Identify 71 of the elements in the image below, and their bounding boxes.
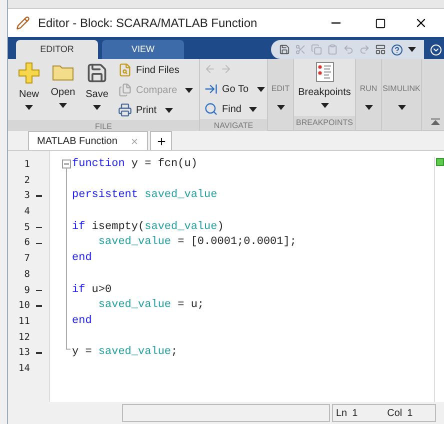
collapse-ribbon-icon[interactable] xyxy=(431,118,440,126)
line-number: 5 xyxy=(8,220,49,236)
help-icon[interactable] xyxy=(391,44,403,56)
code-line: y = saved_value; xyxy=(72,345,178,360)
ribbon-button[interactable]: Go To xyxy=(204,79,264,99)
new-tab-button[interactable] xyxy=(150,131,172,150)
line-number: 10 xyxy=(8,298,49,314)
window-title: Editor - Block: SCARA/MATLAB Function xyxy=(38,15,258,32)
ribbon-button[interactable]: Find Files xyxy=(118,60,194,80)
line-number: 7 xyxy=(23,252,31,266)
caret-icon xyxy=(185,88,194,92)
ribbon-button[interactable]: Print xyxy=(118,100,194,120)
caret-icon xyxy=(408,47,416,52)
line-number: 14 xyxy=(18,362,31,376)
close-icon[interactable] xyxy=(414,16,428,30)
code-line: saved_value = u; xyxy=(97,298,204,314)
line-number: 4 xyxy=(23,205,31,220)
ribbon-tab[interactable]: VIEW xyxy=(102,40,184,59)
line-number: 12 xyxy=(18,330,31,345)
arrow-icon xyxy=(204,82,218,96)
line-value: 1 xyxy=(352,406,359,420)
caret-icon xyxy=(249,106,258,112)
code-line: if u>0 xyxy=(72,282,112,298)
document-tab[interactable]: MATLAB Function xyxy=(28,131,148,150)
ribbon-button[interactable]: Find xyxy=(204,99,264,119)
analyzer-status-indicator xyxy=(436,158,444,166)
section-label: BREAKPOINTS xyxy=(294,116,355,130)
line-number: 8 xyxy=(23,268,31,282)
line-number: 2 xyxy=(23,174,31,188)
clipboard-icon[interactable] xyxy=(327,44,338,55)
breakpoints-list-icon xyxy=(316,62,334,82)
caret-icon xyxy=(59,103,67,108)
column-label: Col xyxy=(387,406,402,420)
printer-icon xyxy=(118,103,132,117)
line-number: 13 xyxy=(8,345,49,361)
line-number: 6 xyxy=(8,235,49,252)
caret-icon xyxy=(364,105,372,110)
close-tab-icon[interactable] xyxy=(130,136,139,146)
caret-icon xyxy=(276,105,284,110)
chevron-down-icon[interactable] xyxy=(430,44,442,56)
ribbon-button[interactable]: Open xyxy=(46,59,80,120)
caret-icon xyxy=(256,86,264,92)
column-value: 1 xyxy=(407,406,413,420)
ribbon-button[interactable]: New xyxy=(12,59,46,120)
code-line: function y = fcn(u) xyxy=(72,157,198,172)
plus-icon xyxy=(18,62,40,84)
line-number: 11 xyxy=(18,314,31,329)
caret-icon xyxy=(320,103,328,108)
code-line: saved_value = [0.0001;0.0001]; xyxy=(97,235,296,250)
line-label: Ln xyxy=(336,406,348,420)
ribbon-button[interactable]: Save xyxy=(80,59,114,120)
code-line: end xyxy=(72,314,92,329)
caret-icon xyxy=(25,105,33,110)
files-icon xyxy=(118,83,132,97)
code-line: if isempty(saved_value) xyxy=(72,220,224,235)
layout-icon[interactable] xyxy=(375,44,386,55)
ribbon-tab[interactable]: EDITOR xyxy=(16,40,98,59)
line-number: 9 xyxy=(8,282,49,298)
breakpoints-button[interactable]: Breakpoints xyxy=(298,59,351,116)
line-number: 3 xyxy=(8,188,49,204)
caret-icon xyxy=(164,108,173,112)
pencil-icon xyxy=(16,16,30,30)
line-number: 1 xyxy=(23,158,31,172)
maximize-icon[interactable] xyxy=(375,18,386,28)
code-line: end xyxy=(72,251,92,266)
search-icon xyxy=(204,102,218,116)
code-line: persistent saved_value xyxy=(72,188,218,204)
caret-icon xyxy=(93,105,101,110)
caret-icon xyxy=(398,105,406,110)
plus-icon xyxy=(156,136,166,146)
file-search-icon xyxy=(118,63,132,77)
